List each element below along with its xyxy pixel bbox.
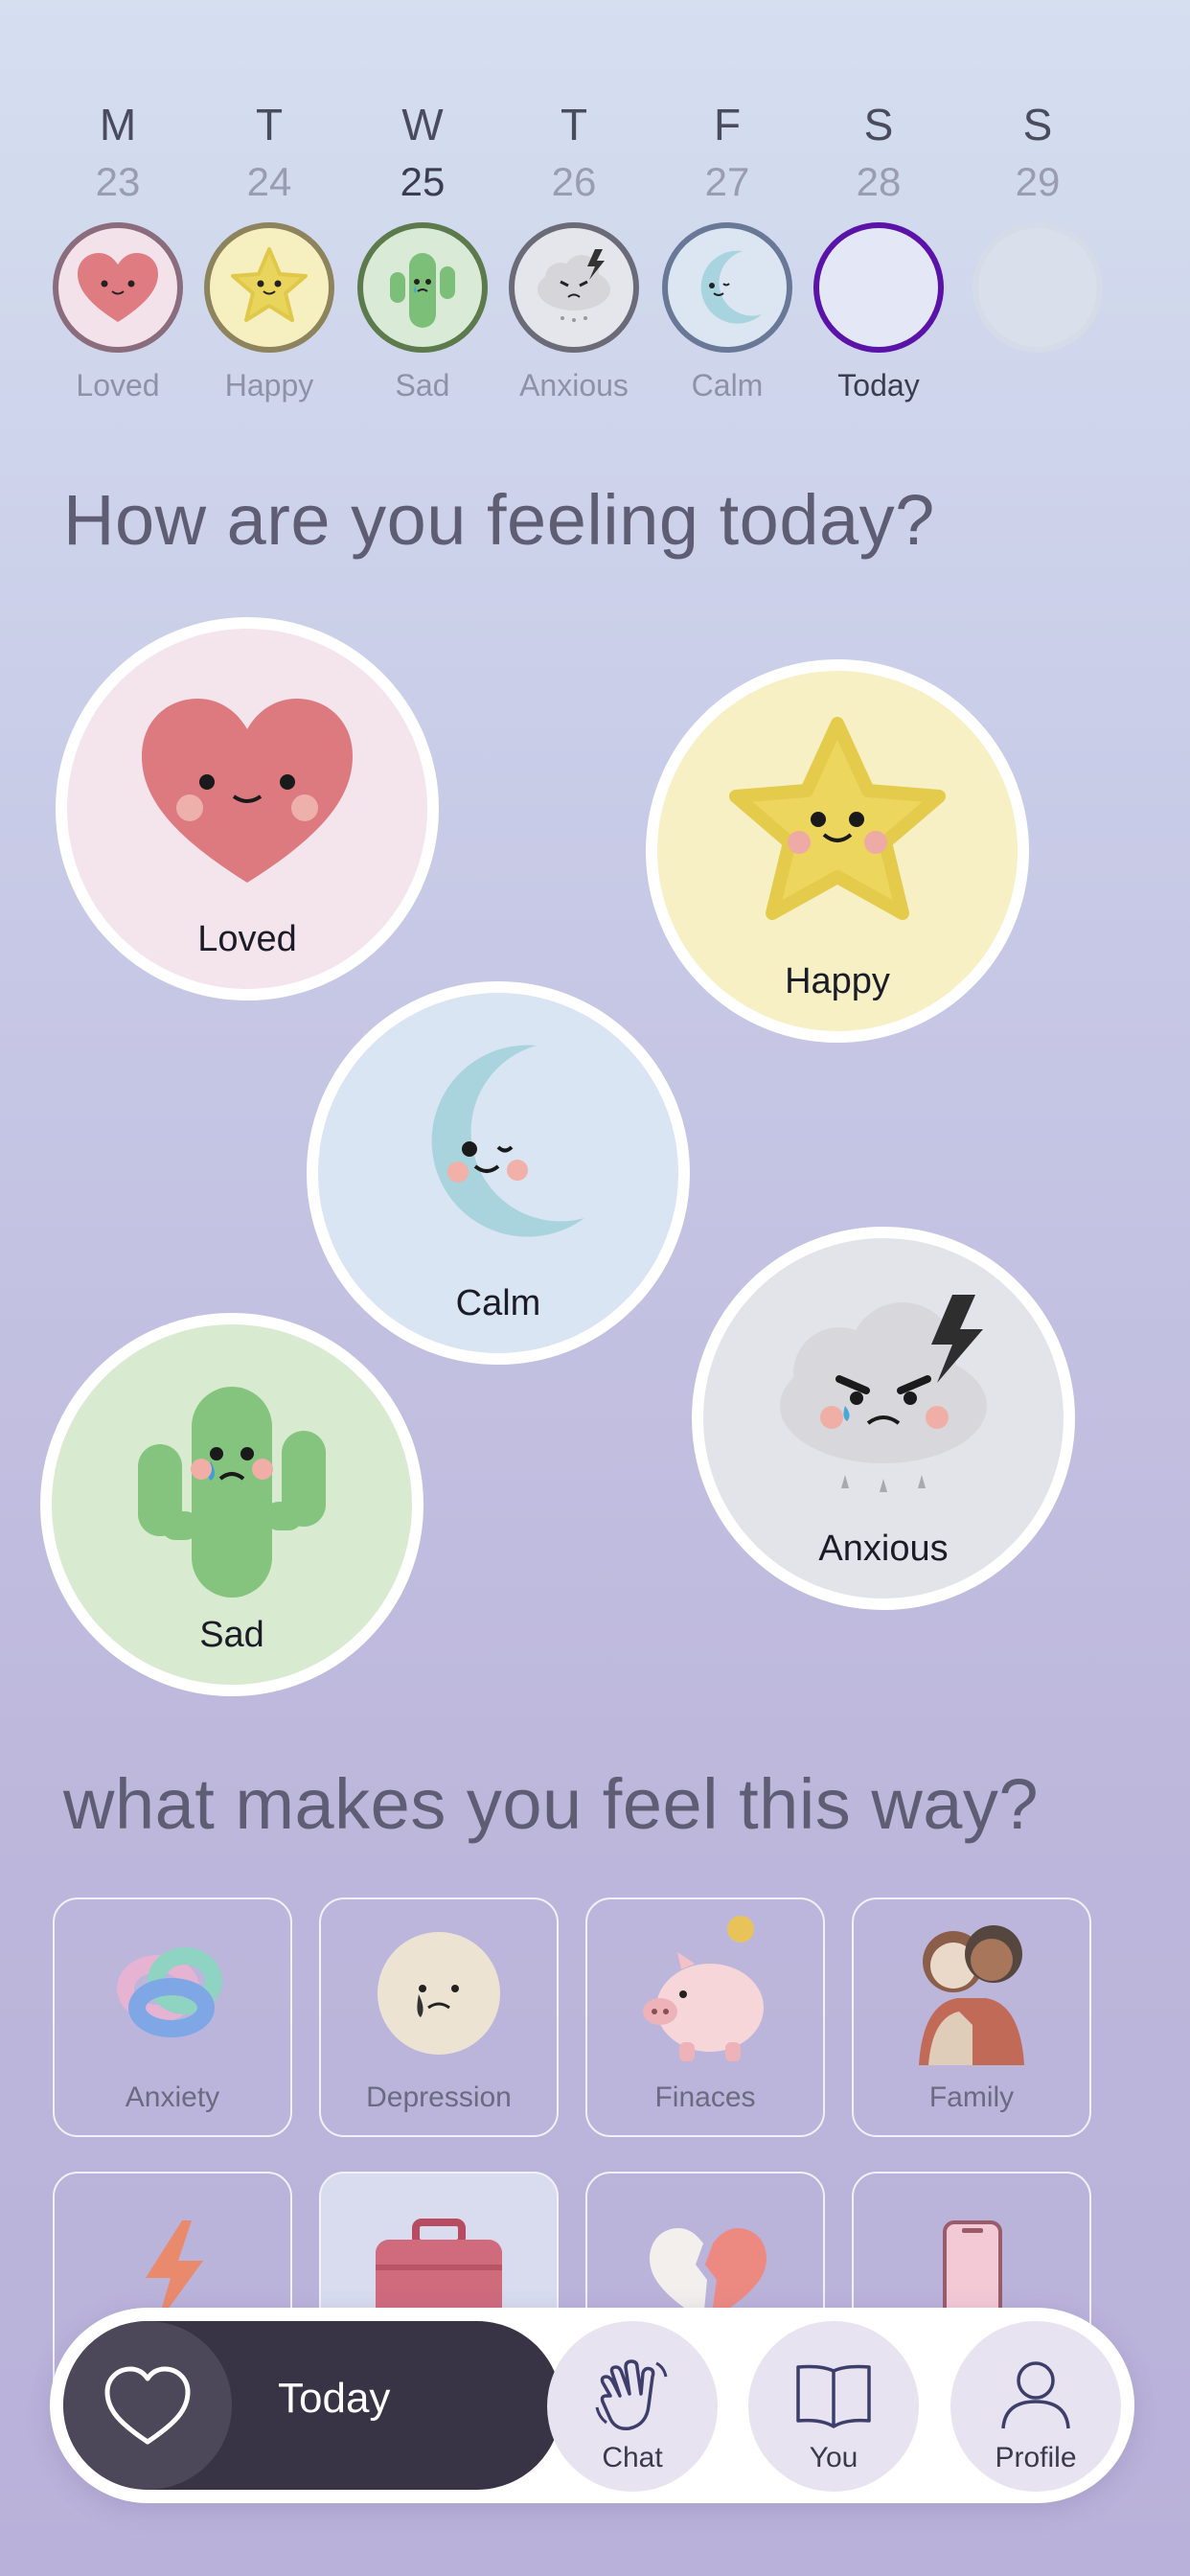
- mood-label: Calm: [455, 1283, 541, 1323]
- day-mood-label: Today: [837, 368, 920, 402]
- reason-card-family[interactable]: Family: [852, 1898, 1091, 2137]
- reason-label: Anxiety: [125, 2082, 220, 2113]
- future-empty-ring: [973, 222, 1103, 353]
- heart-circle: [63, 2321, 232, 2490]
- mood-option-happy[interactable]: Happy: [646, 659, 1029, 1043]
- mood-option-loved[interactable]: Loved: [56, 617, 439, 1000]
- feeling-question-heading: How are you feeling today?: [63, 480, 935, 560]
- day-letter: S: [1022, 100, 1053, 150]
- day-date: 27: [704, 159, 750, 204]
- reason-label: Family: [928, 2082, 1015, 2113]
- mood-label: Happy: [785, 961, 890, 1001]
- day-letter: T: [560, 100, 588, 150]
- hug-icon: [919, 1925, 1024, 2066]
- day-friday[interactable]: F 27 Calm: [655, 96, 799, 403]
- reason-question-heading: what makes you feel this way?: [63, 1764, 1040, 1844]
- day-letter: M: [99, 100, 137, 150]
- reason-card-finances[interactable]: Finaces: [585, 1898, 825, 2137]
- heart-mood-icon: [53, 222, 183, 353]
- storm-cloud-icon: [780, 1295, 987, 1493]
- mood-label: Sad: [199, 1615, 264, 1655]
- day-monday[interactable]: M 23 Loved: [46, 96, 190, 403]
- heart-icon: [142, 699, 353, 884]
- reason-card-anxiety[interactable]: Anxiety: [53, 1898, 292, 2137]
- day-saturday[interactable]: S 28 Today: [807, 96, 950, 403]
- day-date: 28: [856, 159, 902, 204]
- bottom-navigation: Today Chat You Profile: [50, 2308, 1134, 2503]
- day-mood-label: Calm: [691, 368, 764, 402]
- profile-label: Profile: [995, 2442, 1077, 2473]
- person-icon: [1001, 2361, 1070, 2429]
- mood-option-anxious[interactable]: Anxious: [692, 1227, 1075, 1610]
- sad-face-icon: [378, 1932, 500, 2056]
- day-wednesday[interactable]: W 25 Sad: [351, 96, 494, 403]
- day-date: 25: [400, 159, 446, 204]
- day-sunday: S 29: [966, 96, 1110, 368]
- reason-label: Depression: [366, 2082, 512, 2113]
- mood-label: Loved: [197, 919, 297, 959]
- today-button[interactable]: Today: [63, 2321, 561, 2490]
- day-mood-label: Loved: [76, 368, 160, 402]
- today-empty-ring[interactable]: [813, 222, 944, 353]
- mood-option-calm[interactable]: Calm: [307, 981, 690, 1365]
- heart-icon: [104, 2366, 191, 2445]
- reason-label: Finaces: [654, 2082, 756, 2113]
- knot-icon: [117, 1947, 222, 2038]
- day-letter: T: [255, 100, 284, 150]
- mood-option-sad[interactable]: Sad: [40, 1313, 423, 1696]
- day-mood-label: Anxious: [519, 368, 629, 402]
- day-letter: S: [863, 100, 894, 150]
- day-mood-label: Happy: [224, 368, 314, 402]
- day-date: 23: [95, 159, 141, 204]
- day-letter: F: [713, 100, 742, 150]
- cloud-mood-icon: [509, 222, 639, 353]
- day-mood-label: Sad: [395, 368, 450, 402]
- chat-button[interactable]: Chat: [547, 2321, 718, 2492]
- day-date: 26: [551, 159, 597, 204]
- you-button[interactable]: You: [748, 2321, 919, 2492]
- you-label: You: [809, 2442, 858, 2473]
- day-date: 29: [1015, 159, 1061, 204]
- reason-card-depression[interactable]: Depression: [319, 1898, 559, 2137]
- waving-hand-icon: [595, 2359, 668, 2431]
- today-label: Today: [278, 2375, 391, 2422]
- book-icon: [796, 2364, 871, 2428]
- cactus-mood-icon: [357, 222, 488, 353]
- chat-label: Chat: [602, 2442, 663, 2473]
- piggy-bank-icon: [643, 1916, 764, 2062]
- day-thursday[interactable]: T 26 Anxious: [502, 96, 646, 403]
- day-date: 24: [246, 159, 292, 204]
- day-tuesday[interactable]: T 24 Happy: [197, 96, 341, 403]
- week-strip: M 23 Loved T 24 Happy W 25 Sad T 26 Anxi…: [0, 96, 1190, 441]
- profile-button[interactable]: Profile: [950, 2321, 1121, 2492]
- moon-icon: [431, 1045, 584, 1237]
- day-letter: W: [401, 100, 444, 150]
- star-icon: [729, 717, 946, 921]
- cactus-icon: [138, 1387, 326, 1598]
- star-mood-icon: [204, 222, 334, 353]
- mood-label: Anxious: [818, 1529, 949, 1569]
- moon-mood-icon: [662, 222, 792, 353]
